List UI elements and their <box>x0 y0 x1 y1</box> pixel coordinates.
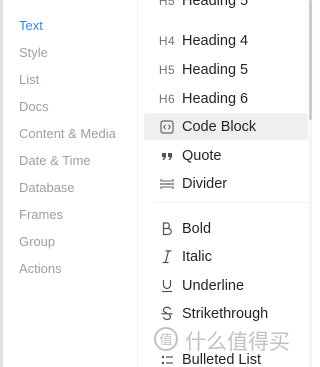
heading-6-icon: H6 <box>158 91 176 106</box>
menu-item-heading-5[interactable]: H5 Heading 5 <box>144 56 308 83</box>
menu-item-bold[interactable]: Bold <box>144 215 308 242</box>
menu-item-strikethrough[interactable]: Strikethrough <box>144 300 308 327</box>
code-block-icon <box>156 119 178 134</box>
heading-5-icon: H5 <box>158 62 176 77</box>
strikethrough-icon <box>156 306 178 321</box>
category-group[interactable]: Group <box>19 228 137 255</box>
category-actions[interactable]: Actions <box>19 255 137 282</box>
category-content-media[interactable]: Content & Media <box>19 120 137 147</box>
menu-item-underline[interactable]: Underline <box>144 272 308 299</box>
italic-icon <box>156 249 178 264</box>
column-divider <box>137 0 138 367</box>
menu-item-heading-5-partial[interactable]: H5 Heading 5 <box>144 0 308 14</box>
category-frames[interactable]: Frames <box>19 201 137 228</box>
watermark-logo-icon: 值 <box>153 326 179 357</box>
watermark-text: 什么值得买 <box>185 330 290 354</box>
menu-item-code-block[interactable]: Code Block <box>144 113 308 140</box>
watermark: 值 什么值得买 <box>153 326 312 356</box>
quote-icon <box>156 149 178 163</box>
category-date-time[interactable]: Date & Time <box>19 147 137 174</box>
heading-4-icon: H4 <box>158 33 176 48</box>
menu-item-quote[interactable]: Quote <box>144 142 308 169</box>
scrollbar[interactable] <box>309 0 312 367</box>
menu-item-heading-6[interactable]: H6 Heading 6 <box>144 85 308 112</box>
category-docs[interactable]: Docs <box>19 93 137 120</box>
category-list[interactable]: List <box>19 66 137 93</box>
menu-item-heading-4[interactable]: H4 Heading 4 <box>144 27 308 54</box>
heading-5-icon: H5 <box>158 0 176 8</box>
menu-item-divider[interactable]: Divider <box>144 170 308 197</box>
block-items-list: H5 Heading 5 H4 Heading 4 H5 Heading 5 H… <box>144 0 308 367</box>
underline-icon <box>156 278 178 293</box>
scrollbar-thumb[interactable] <box>309 0 312 120</box>
category-text[interactable]: Text <box>19 12 137 39</box>
category-nav: Text Style List Docs Content & Media Dat… <box>19 12 137 282</box>
section-separator <box>154 202 308 203</box>
category-style[interactable]: Style <box>19 39 137 66</box>
category-database[interactable]: Database <box>19 174 137 201</box>
svg-text:值: 值 <box>159 332 172 348</box>
divider-icon <box>156 177 178 191</box>
menu-item-italic[interactable]: Italic <box>144 243 308 270</box>
bold-icon <box>156 221 178 236</box>
slash-menu-panel: Text Style List Docs Content & Media Dat… <box>3 0 312 367</box>
